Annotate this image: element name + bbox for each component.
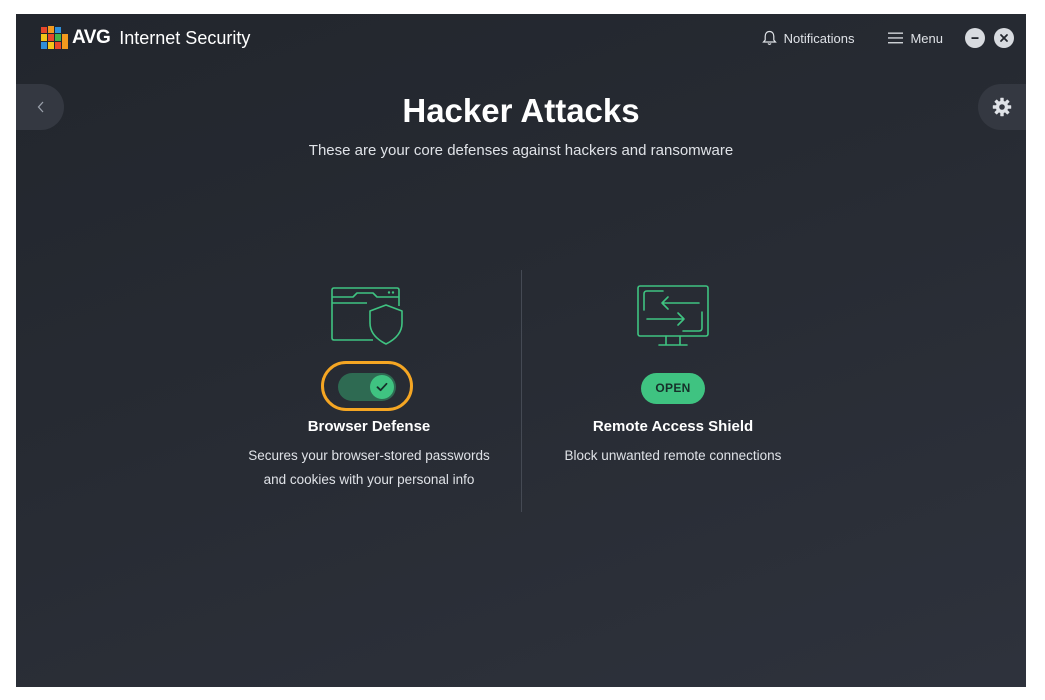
column-divider <box>521 270 522 512</box>
remote-access-shield-description: Block unwanted remote connections <box>523 444 823 468</box>
browser-shield-icon <box>331 287 403 345</box>
brand-name: AVG <box>72 27 111 48</box>
remote-access-open-area: OPEN <box>523 358 823 418</box>
app-logo: AVG Internet Security <box>40 24 250 52</box>
bell-icon <box>761 30 777 45</box>
remote-access-shield-title: Remote Access Shield <box>592 418 754 435</box>
browser-defense-title: Browser Defense <box>307 418 431 435</box>
description-line: Secures your browser-stored passwords <box>248 448 490 463</box>
remote-access-open-button[interactable]: OPEN <box>641 373 705 404</box>
remote-monitor-icon <box>637 285 709 346</box>
menu-button[interactable]: Menu <box>888 31 943 46</box>
close-icon <box>1000 34 1008 42</box>
page-subtitle: These are your core defenses against hac… <box>308 142 734 159</box>
title-bar: AVG Internet Security Notifications Menu <box>16 14 1026 60</box>
hamburger-menu-icon <box>888 32 904 44</box>
description-line: and cookies with your personal info <box>263 472 475 487</box>
browser-defense-card: Browser Defense Secures your browser-sto… <box>219 284 519 492</box>
title-bar-controls: Notifications Menu <box>761 26 1014 50</box>
remote-access-shield-card: OPEN Remote Access Shield Block unwanted… <box>523 284 823 468</box>
app-window: AVG Internet Security Notifications Menu <box>16 14 1026 687</box>
toggle-knob <box>370 375 394 399</box>
close-button[interactable] <box>994 28 1014 48</box>
notifications-label: Notifications <box>783 30 855 46</box>
checkmark-icon <box>376 382 388 392</box>
minimize-icon <box>971 37 979 39</box>
product-name: Internet Security <box>119 27 251 48</box>
notifications-button[interactable]: Notifications <box>761 30 855 46</box>
page-title: Hacker Attacks <box>402 92 640 129</box>
browser-defense-toggle[interactable] <box>338 373 396 401</box>
avg-logo-icon <box>41 26 68 49</box>
browser-defense-toggle-area <box>219 358 519 418</box>
minimize-button[interactable] <box>965 28 985 48</box>
description-line: Block unwanted remote connections <box>564 448 782 463</box>
browser-defense-description: Secures your browser-stored passwords an… <box>219 444 519 492</box>
menu-label: Menu <box>910 30 943 46</box>
